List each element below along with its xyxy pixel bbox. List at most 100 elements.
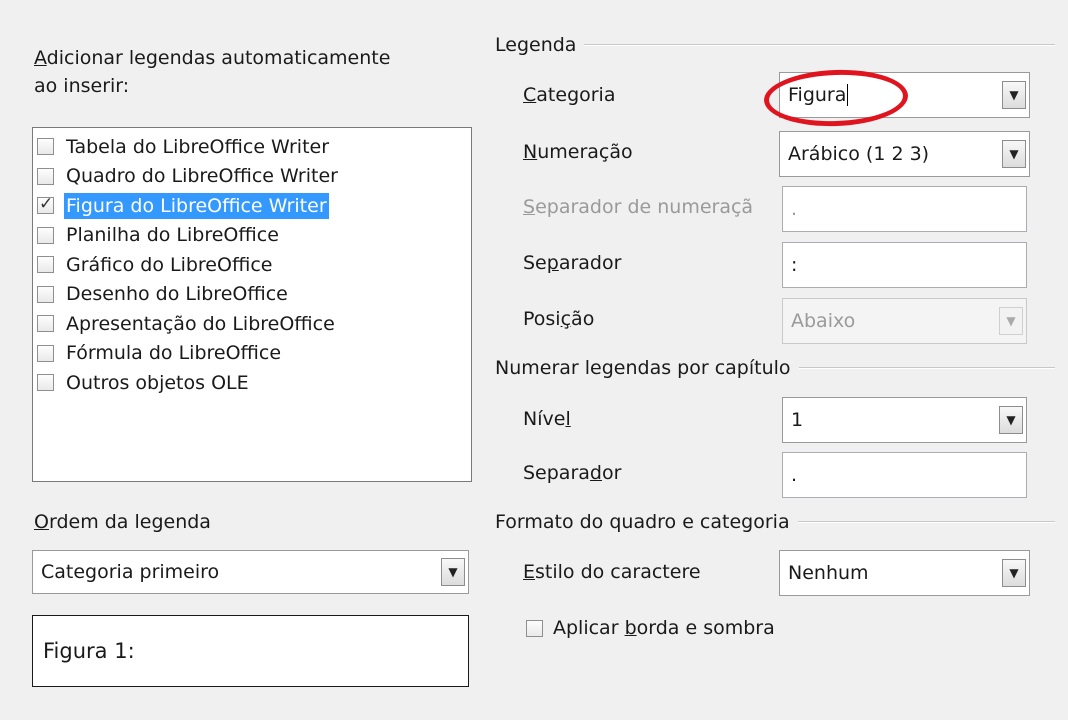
caption-order-mnemonic: O [34, 511, 49, 533]
caption-preview-text: Figura 1: [43, 639, 135, 663]
numbering-value: Arábico (1 2 3) [788, 143, 930, 165]
separator-label-rest: arador [558, 252, 622, 274]
apply-border-rest: orda e sombra [636, 617, 775, 639]
list-item-label: Figura do LibreOffice Writer [64, 192, 329, 219]
auto-caption-label: Adicionar legendas automaticamente ao in… [34, 44, 390, 100]
numbering-separator-label: Separador de numeraçã [523, 196, 753, 218]
list-item-label: Gráfico do LibreOffice [66, 253, 273, 276]
chapter-separator-value: . [791, 464, 798, 486]
separator-value: : [791, 254, 798, 276]
caption-group-title: Legenda [495, 34, 577, 56]
category-combobox[interactable]: Figura ▼ [779, 72, 1030, 118]
level-label: Nível [523, 408, 571, 430]
caption-preview: Figura 1: [32, 615, 469, 687]
position-dropdown: Abaixo ▼ [782, 298, 1027, 344]
checkbox-icon[interactable] [37, 285, 54, 303]
category-value[interactable]: Figura [788, 83, 849, 107]
auto-caption-mnemonic: A [34, 47, 47, 69]
character-style-label: Estilo do caractere [523, 561, 701, 583]
category-label-text: ategoria [536, 84, 616, 106]
chapter-separator-field[interactable]: . [782, 452, 1027, 498]
format-group-header: Formato do quadro e categoria [495, 511, 1055, 533]
chevron-down-icon[interactable]: ▼ [1002, 140, 1026, 168]
list-item-label: Desenho do LibreOffice [66, 283, 288, 306]
numbering-separator-field: . [782, 186, 1027, 232]
list-item[interactable]: Planilha do LibreOffice [33, 221, 471, 251]
checkbox-icon[interactable] [37, 256, 54, 274]
character-style-value: Nenhum [788, 562, 869, 584]
chevron-down-icon[interactable]: ▼ [1002, 81, 1026, 109]
character-style-mnemonic: E [523, 561, 536, 583]
checkbox-icon[interactable] [37, 315, 54, 333]
level-value: 1 [791, 409, 804, 431]
numbering-separator-value: . [791, 198, 798, 220]
checkbox-icon[interactable] [37, 374, 54, 392]
list-item[interactable]: Fórmula do LibreOffice [33, 339, 471, 369]
list-item-label: Outros objetos OLE [66, 371, 249, 394]
auto-caption-text-1: dicionar legendas automaticamente [46, 47, 391, 69]
object-type-list[interactable]: Tabela do LibreOffice Writer Quadro do Li… [32, 127, 472, 482]
list-item-label: Apresentação do LibreOffice [66, 312, 335, 335]
separator-label: Separador [523, 252, 621, 274]
list-item[interactable]: Quadro do LibreOffice Writer [33, 162, 471, 192]
category-mnemonic: C [523, 84, 537, 106]
chapter-separator-pre: Separa [523, 462, 590, 484]
position-mnemonic: ç [560, 308, 572, 330]
apply-border-shadow-checkbox[interactable]: Aplicar borda e sombra [526, 617, 775, 639]
caption-order-dropdown[interactable]: Categoria primeiro ▼ [32, 550, 469, 594]
category-value-text: Figura [788, 83, 847, 106]
chapter-separator-rest: or [601, 462, 622, 484]
numbering-separator-mnemonic: S [523, 196, 536, 218]
checkbox-icon[interactable] [37, 344, 54, 362]
caption-group-header: Legenda [495, 34, 1055, 56]
apply-border-shadow-label: Aplicar borda e sombra [553, 617, 775, 639]
level-label-pre: Níve [523, 408, 566, 430]
list-item[interactable]: Figura do LibreOffice Writer [33, 191, 471, 221]
chapter-group-title: Numerar legendas por capítulo [495, 357, 791, 379]
list-item-label: Tabela do LibreOffice Writer [66, 135, 330, 158]
checkbox-icon[interactable] [526, 619, 543, 637]
caption-order-text: rdem da legenda [48, 511, 211, 533]
group-divider [798, 367, 1055, 369]
auto-caption-text-2: ao inserir: [34, 75, 130, 97]
category-label: Categoria [523, 84, 615, 106]
group-divider [797, 521, 1055, 523]
separator-field[interactable]: : [782, 242, 1027, 288]
list-item-label: Fórmula do LibreOffice [66, 342, 282, 365]
list-item-label: Quadro do LibreOffice Writer [66, 165, 338, 188]
chevron-down-icon[interactable]: ▼ [1002, 559, 1026, 587]
checkbox-icon[interactable] [37, 194, 54, 215]
list-item[interactable]: Desenho do LibreOffice [33, 280, 471, 310]
position-value: Abaixo [791, 310, 856, 332]
level-mnemonic: l [565, 408, 571, 430]
list-item[interactable]: Outros objetos OLE [33, 368, 471, 398]
checkbox-icon[interactable] [37, 226, 54, 244]
position-label-pre: Posi [523, 308, 561, 330]
chevron-down-icon[interactable]: ▼ [441, 558, 465, 586]
chevron-down-icon[interactable]: ▼ [999, 406, 1023, 434]
position-label: Posição [523, 308, 594, 330]
character-style-dropdown[interactable]: Nenhum ▼ [779, 550, 1030, 596]
chapter-separator-mnemonic: d [589, 462, 602, 484]
numbering-mnemonic: N [523, 141, 538, 163]
text-cursor [847, 84, 849, 107]
numbering-label: Numeração [523, 141, 633, 163]
numbering-separator-label-text: eparador de numeraçã [535, 196, 754, 218]
separator-mnemonic: p [546, 252, 559, 274]
level-dropdown[interactable]: 1 ▼ [782, 397, 1027, 443]
character-style-label-text: stilo do caractere [535, 561, 701, 583]
apply-border-pre: Aplicar [553, 617, 625, 639]
apply-border-mnemonic: b [624, 617, 637, 639]
chapter-group-header: Numerar legendas por capítulo [495, 357, 1055, 379]
checkbox-icon[interactable] [37, 138, 54, 156]
format-group-title: Formato do quadro e categoria [495, 511, 790, 533]
numbering-dropdown[interactable]: Arábico (1 2 3) ▼ [779, 131, 1030, 177]
group-divider [584, 44, 1055, 46]
separator-label-pre: Se [523, 252, 547, 274]
list-item[interactable]: Tabela do LibreOffice Writer [33, 132, 471, 162]
chevron-down-icon: ▼ [999, 307, 1023, 335]
caption-order-value: Categoria primeiro [41, 561, 220, 583]
list-item[interactable]: Gráfico do LibreOffice [33, 250, 471, 280]
checkbox-icon[interactable] [37, 167, 54, 185]
list-item[interactable]: Apresentação do LibreOffice [33, 309, 471, 339]
